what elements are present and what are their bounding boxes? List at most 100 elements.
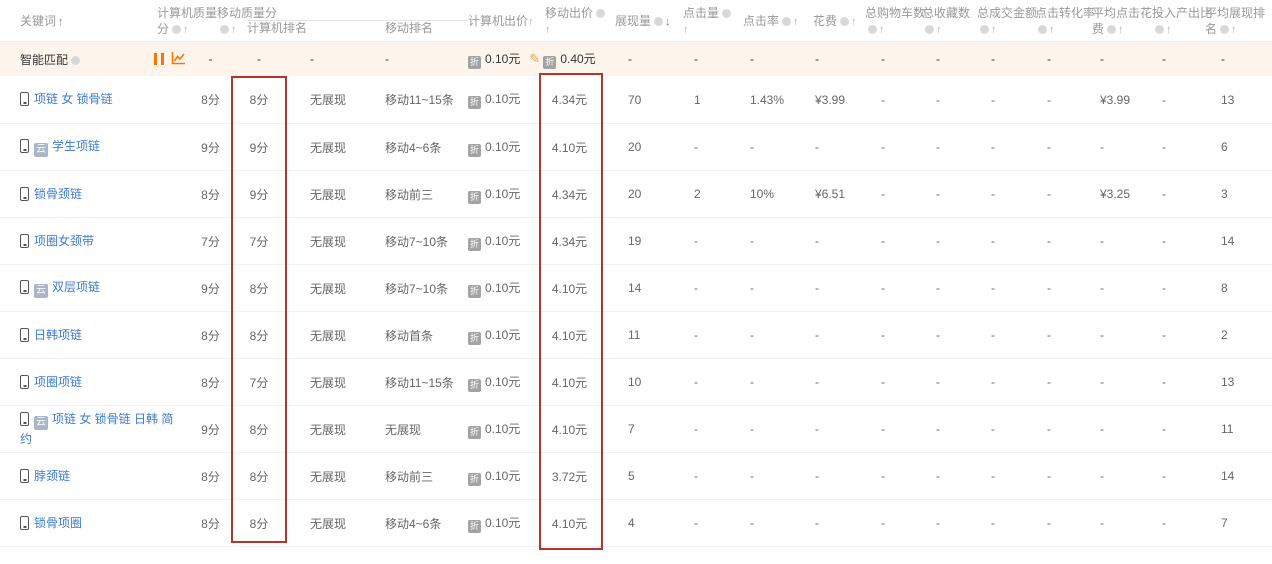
- discount-badge-icon: 折: [468, 332, 481, 345]
- sort-down-active-icon[interactable]: ↓: [665, 16, 671, 28]
- help-icon[interactable]: [1107, 25, 1116, 34]
- col-header-roi[interactable]: 投入产出比↑: [1152, 5, 1205, 38]
- ctr-value: -: [738, 469, 800, 483]
- col-label: 总成交金额: [977, 6, 1037, 20]
- col-header-cvr[interactable]: 点击转化率↑: [1035, 5, 1092, 38]
- pc-quality-score: 8分: [190, 186, 231, 203]
- sort-up-icon[interactable]: ↑: [851, 16, 857, 28]
- mobile-phone-icon: [20, 187, 29, 201]
- help-icon[interactable]: [840, 17, 849, 26]
- keyword-link[interactable]: 项圈女颈带: [20, 234, 94, 248]
- keyword-link[interactable]: 脖颈链: [20, 469, 70, 483]
- keyword-link[interactable]: 日韩项链: [20, 328, 82, 342]
- sort-up-icon[interactable]: ↑: [58, 16, 64, 28]
- sort-up-icon[interactable]: ↑: [1118, 24, 1124, 36]
- keyword-link[interactable]: 项链 女 锁骨链: [20, 92, 113, 106]
- mobile-rank: 移动前三: [380, 468, 462, 485]
- cost-value: ¥3.99: [800, 93, 865, 107]
- edit-bid-icon[interactable]: ✎: [529, 51, 540, 66]
- col-header-avg-cpc[interactable]: 平均点击花费↑: [1092, 5, 1152, 38]
- sort-up-icon[interactable]: ↑: [683, 24, 689, 36]
- keyword-link[interactable]: 云学生项链: [20, 139, 100, 153]
- mobile-phone-icon: [20, 375, 29, 389]
- col-header-ctr[interactable]: 点击率↑: [738, 13, 800, 30]
- col-header-clicks[interactable]: 点击量↑: [676, 5, 738, 38]
- keyword-link[interactable]: 锁骨颈链: [20, 187, 82, 201]
- keyword-link[interactable]: 云双层项链: [20, 280, 100, 294]
- impressions-value: 7: [612, 422, 676, 436]
- col-header-pc-bid[interactable]: 计算机出价↑: [462, 13, 541, 30]
- fav-total-value: -: [922, 469, 977, 483]
- help-icon[interactable]: [654, 17, 663, 26]
- mobile-rank: 移动前三: [380, 186, 462, 203]
- gmv-total-value: -: [977, 328, 1035, 342]
- help-icon[interactable]: [722, 9, 731, 18]
- cart-total-value: -: [865, 281, 922, 295]
- col-header-pc-rank[interactable]: 计算机排名: [247, 22, 380, 34]
- sort-up-icon[interactable]: ↑: [1166, 24, 1172, 36]
- help-icon[interactable]: [868, 25, 877, 34]
- clicks-value: 1: [676, 93, 738, 107]
- keyword-link[interactable]: 锁骨项圈: [20, 516, 82, 530]
- pause-icon[interactable]: [154, 53, 164, 65]
- smart-match-row: 智能匹配 - - - - 折0.10元✎ 折0.40元 - - - - - - …: [0, 42, 1272, 76]
- cvr-value: -: [1035, 140, 1092, 154]
- col-header-impressions[interactable]: 展现量↓: [612, 13, 676, 30]
- clicks-value: -: [676, 516, 738, 530]
- mobile-phone-icon: [20, 412, 29, 426]
- sort-up-icon[interactable]: ↑: [528, 16, 534, 28]
- pc-bid-cell: 折0.10元: [462, 326, 541, 345]
- help-icon[interactable]: [1220, 25, 1229, 34]
- sort-up-icon[interactable]: ↑: [231, 24, 237, 36]
- smart-gmv-total: -: [977, 52, 1035, 66]
- col-header-avg-display-rank[interactable]: 平均展现排名↑: [1205, 5, 1272, 38]
- smart-impressions: -: [612, 52, 676, 66]
- sort-up-icon[interactable]: ↑: [936, 24, 942, 36]
- gmv-total-value: -: [977, 234, 1035, 248]
- sort-up-icon[interactable]: ↑: [793, 16, 799, 28]
- help-icon[interactable]: [172, 25, 181, 34]
- col-header-mobile-rank[interactable]: 移动排名: [380, 22, 433, 34]
- discount-badge-icon: 折: [468, 56, 481, 69]
- help-icon[interactable]: [925, 25, 934, 34]
- col-header-cart-total[interactable]: 总购物车数↑: [865, 5, 922, 38]
- roi-value: -: [1152, 187, 1205, 201]
- smart-mobile-rank: -: [380, 52, 462, 66]
- help-icon[interactable]: [220, 25, 229, 34]
- col-header-mobile-bid[interactable]: 移动出价 ↑: [541, 5, 612, 38]
- help-icon[interactable]: [980, 25, 989, 34]
- impressions-value: 11: [612, 328, 676, 342]
- mobile-bid-value: 4.34元: [541, 186, 612, 203]
- cart-total-value: -: [865, 234, 922, 248]
- sort-up-icon[interactable]: ↑: [991, 24, 997, 36]
- help-icon[interactable]: [1038, 25, 1047, 34]
- col-header-gmv-total[interactable]: 总成交金额 ↑: [977, 5, 1035, 38]
- mobile-quality-score: 8分: [231, 468, 287, 485]
- keyword-link[interactable]: 云项链 女 锁骨链 日韩 简约: [20, 412, 173, 446]
- sort-up-icon[interactable]: ↑: [183, 24, 189, 36]
- clicks-value: 2: [676, 187, 738, 201]
- keyword-link[interactable]: 项圈项链: [20, 375, 82, 389]
- sort-up-icon[interactable]: ↑: [1231, 24, 1237, 36]
- avg-display-rank-value: 3: [1205, 187, 1272, 201]
- trend-chart-icon[interactable]: [171, 51, 186, 68]
- pc-bid-value: 0.10元: [485, 140, 520, 154]
- mobile-rank: 移动首条: [380, 327, 462, 344]
- help-icon[interactable]: [596, 9, 605, 18]
- help-icon[interactable]: [1155, 25, 1164, 34]
- col-header-fav-total[interactable]: 总收藏数↑: [922, 5, 977, 38]
- avg-display-rank-value: 8: [1205, 281, 1272, 295]
- pc-bid-value: 0.10元: [485, 422, 520, 436]
- help-icon[interactable]: [782, 17, 791, 26]
- sort-up-icon[interactable]: ↑: [879, 24, 885, 36]
- smart-pc-rank: -: [287, 52, 380, 66]
- sort-up-icon[interactable]: ↑: [545, 24, 551, 36]
- roi-value: -: [1152, 469, 1205, 483]
- pc-bid-cell: 折0.10元: [462, 90, 541, 109]
- col-label: 移动出价: [545, 6, 593, 20]
- sort-up-icon[interactable]: ↑: [1049, 24, 1055, 36]
- cart-total-value: -: [865, 516, 922, 530]
- keyword-report-table: 关键词↑ 计算机质量分↑ 移动质量分↑ 计算机排名 移动排名 计算机出价↑ 移动…: [0, 0, 1272, 564]
- help-icon[interactable]: [71, 56, 80, 65]
- col-header-cost[interactable]: 花费↑: [800, 13, 865, 30]
